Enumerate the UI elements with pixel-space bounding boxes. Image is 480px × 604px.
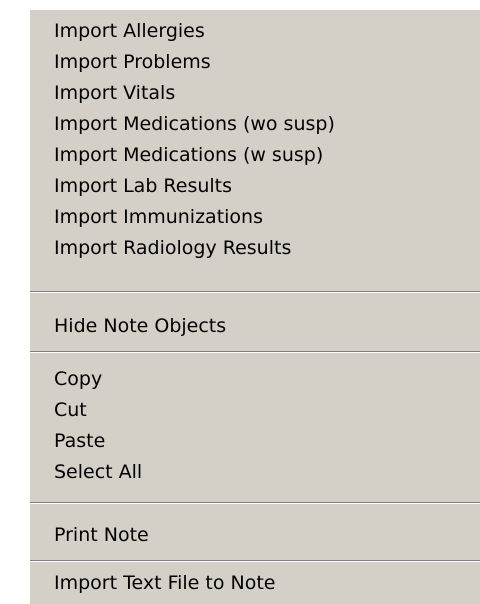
menu-item-import-medications-wo-susp[interactable]: Import Medications (wo susp) [54, 109, 335, 140]
menu-item-hide-note-objects[interactable]: Hide Note Objects [54, 311, 226, 342]
menu-separator [30, 351, 480, 353]
menu-item-import-immunizations[interactable]: Import Immunizations [54, 202, 263, 233]
menu-item-print-note[interactable]: Print Note [54, 520, 149, 551]
menu-item-cut[interactable]: Cut [54, 395, 87, 426]
menu-item-import-problems[interactable]: Import Problems [54, 47, 211, 78]
menu-item-import-allergies[interactable]: Import Allergies [54, 16, 205, 47]
menu-item-import-radiology-results[interactable]: Import Radiology Results [54, 233, 291, 264]
menu-separator [30, 291, 480, 293]
menu-separator [30, 502, 480, 504]
menu-item-copy[interactable]: Copy [54, 364, 102, 395]
menu-item-paste[interactable]: Paste [54, 426, 105, 457]
context-menu: Import Allergies Import Problems Import … [30, 10, 480, 604]
menu-item-import-medications-w-susp[interactable]: Import Medications (w susp) [54, 140, 323, 171]
menu-item-import-text-file-to-note[interactable]: Import Text File to Note [54, 568, 276, 599]
menu-item-import-vitals[interactable]: Import Vitals [54, 78, 175, 109]
menu-item-import-lab-results[interactable]: Import Lab Results [54, 171, 232, 202]
menu-item-select-all[interactable]: Select All [54, 457, 142, 488]
menu-separator [30, 560, 480, 562]
